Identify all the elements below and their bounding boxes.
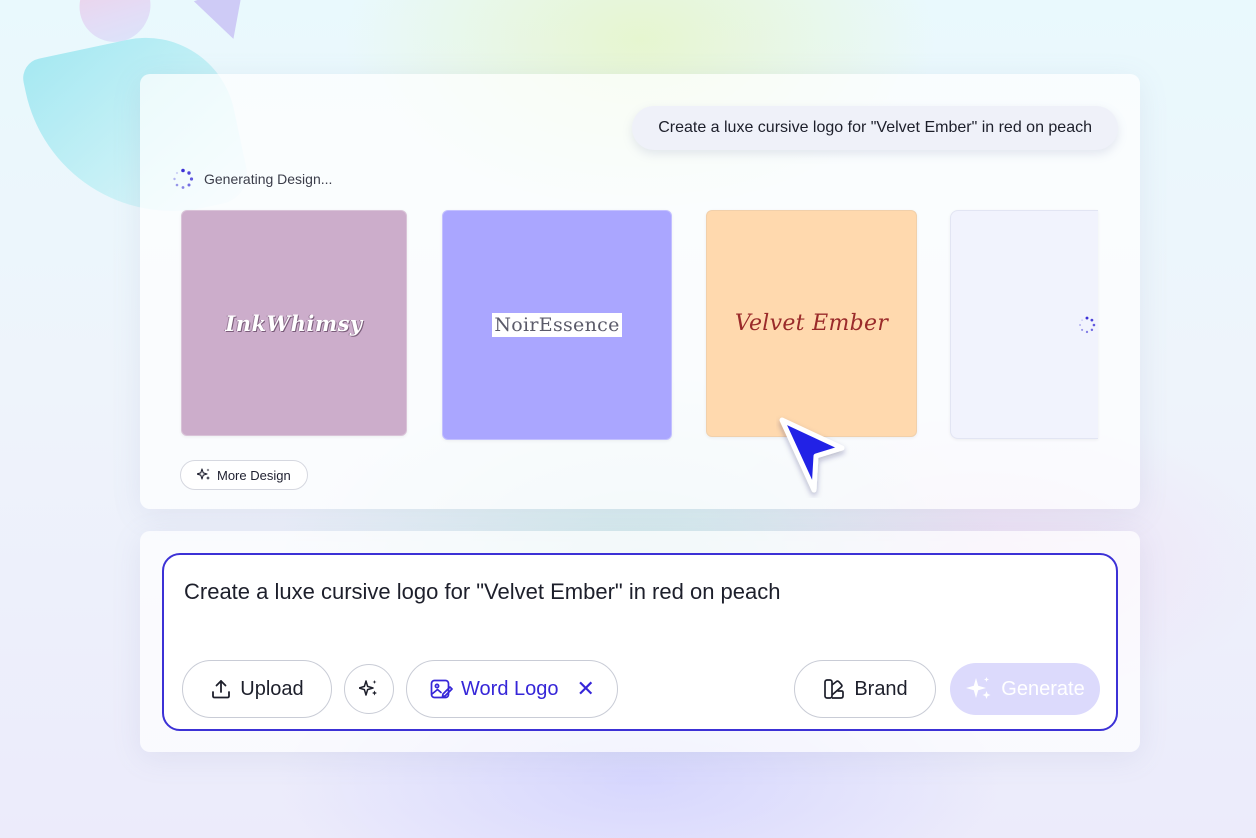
brand-button[interactable]: Brand xyxy=(794,660,936,718)
sparkles-icon xyxy=(965,675,993,703)
design-logo-text: Velvet Ember xyxy=(734,311,889,336)
word-logo-chip[interactable]: Word Logo ✕ xyxy=(406,660,618,718)
loading-spinner-icon xyxy=(173,168,194,189)
generate-label: Generate xyxy=(1001,677,1085,700)
design-logo-text: NoirEssence xyxy=(492,313,622,337)
composer-panel: Create a luxe cursive logo for "Velvet E… xyxy=(140,531,1140,752)
decorative-violet-cone xyxy=(193,0,259,47)
design-card-loading xyxy=(950,210,1098,439)
magic-enhance-button[interactable] xyxy=(344,664,394,714)
design-card-velvet-ember[interactable]: Velvet Ember xyxy=(706,210,917,437)
sparkles-icon xyxy=(359,679,379,699)
sparkles-icon xyxy=(197,468,211,482)
design-card-inkwhimsy[interactable]: InkWhimsy xyxy=(181,210,407,436)
upload-icon xyxy=(210,678,232,700)
generating-status: Generating Design... xyxy=(172,168,332,190)
image-edit-icon xyxy=(429,677,453,701)
generation-panel: Create a luxe cursive logo for "Velvet E… xyxy=(140,74,1140,509)
prompt-bubble: Create a luxe cursive logo for "Velvet E… xyxy=(632,106,1118,150)
design-logo-text: InkWhimsy xyxy=(225,310,363,336)
mouse-pointer-icon xyxy=(779,417,845,493)
prompt-bubble-text: Create a luxe cursive logo for "Velvet E… xyxy=(658,119,1092,136)
loading-spinner-icon xyxy=(1079,316,1096,333)
design-card-noiressence[interactable]: NoirEssence xyxy=(442,210,672,440)
generate-button[interactable]: Generate xyxy=(950,663,1100,715)
status-text: Generating Design... xyxy=(204,171,333,187)
word-logo-label: Word Logo xyxy=(461,677,559,700)
palette-icon xyxy=(822,677,846,701)
prompt-input-box[interactable]: Create a luxe cursive logo for "Velvet E… xyxy=(162,553,1118,731)
prompt-input[interactable]: Create a luxe cursive logo for "Velvet E… xyxy=(184,579,781,605)
brand-label: Brand xyxy=(854,677,908,700)
upload-label: Upload xyxy=(240,677,304,700)
more-design-label: More Design xyxy=(217,467,291,483)
more-design-button[interactable]: More Design xyxy=(180,460,308,490)
upload-button[interactable]: Upload xyxy=(182,660,332,718)
close-icon[interactable]: ✕ xyxy=(577,676,595,702)
